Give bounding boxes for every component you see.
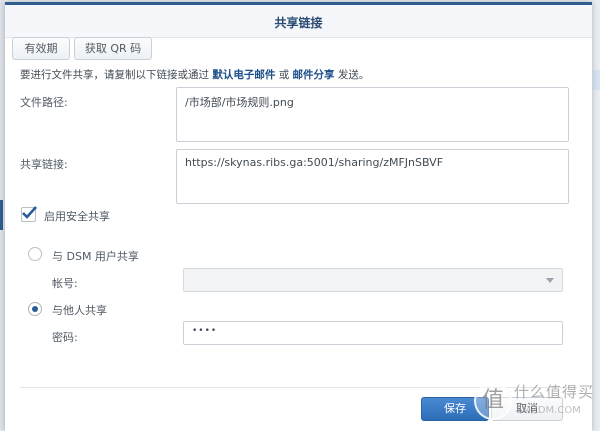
background-highlight (593, 70, 600, 90)
file-path-field[interactable]: /市场部/市场规则.png (176, 87, 569, 142)
share-link-label: 共享链接: (20, 158, 68, 171)
info-mid: 或 (278, 69, 290, 81)
secure-share-label: 启用安全共享 (44, 210, 110, 223)
mail-share-link[interactable]: 邮件分享 (293, 69, 335, 81)
radio-dot (32, 306, 38, 312)
share-link-field[interactable]: https://skynas.ribs.ga:5001/sharing/zMFJ… (176, 149, 569, 204)
password-label: 密码: (52, 331, 78, 344)
dsm-user-share-radio[interactable] (28, 247, 42, 261)
get-qr-code-button[interactable]: 获取 QR 码 (74, 37, 152, 60)
watermark-logo: 值 (474, 382, 512, 420)
account-select[interactable] (183, 268, 563, 292)
watermark-site: SMZDM.COM (516, 405, 581, 416)
file-path-label: 文件路径: (20, 96, 68, 109)
share-with-others-label: 与他人共享 (52, 304, 107, 317)
info-text: 要进行文件共享，请复制以下链接或通过 默认电子邮件 或 邮件分享 发送。 (20, 67, 369, 82)
dialog-title: 共享链接 (274, 16, 323, 30)
dsm-user-share-label: 与 DSM 用户共享 (52, 250, 139, 263)
secure-share-checkbox[interactable] (21, 206, 37, 222)
validity-button[interactable]: 有效期 (12, 37, 70, 60)
watermark-brand: 什么值得买 (514, 383, 595, 401)
default-email-link[interactable]: 默认电子邮件 (212, 69, 275, 81)
chevron-down-icon (546, 278, 554, 283)
info-prefix: 要进行文件共享，请复制以下链接或通过 (20, 69, 209, 81)
account-label: 帐号: (52, 277, 78, 290)
password-field[interactable]: •••• (183, 321, 563, 345)
share-link-dialog: 共享链接 有效期 获取 QR 码 要进行文件共享，请复制以下链接或通过 默认电子… (5, 2, 592, 431)
share-with-others-radio[interactable] (28, 302, 42, 316)
info-suffix: 发送。 (337, 69, 370, 81)
sidebar-selection-indicator (0, 200, 3, 230)
checkmark-icon (22, 206, 37, 219)
